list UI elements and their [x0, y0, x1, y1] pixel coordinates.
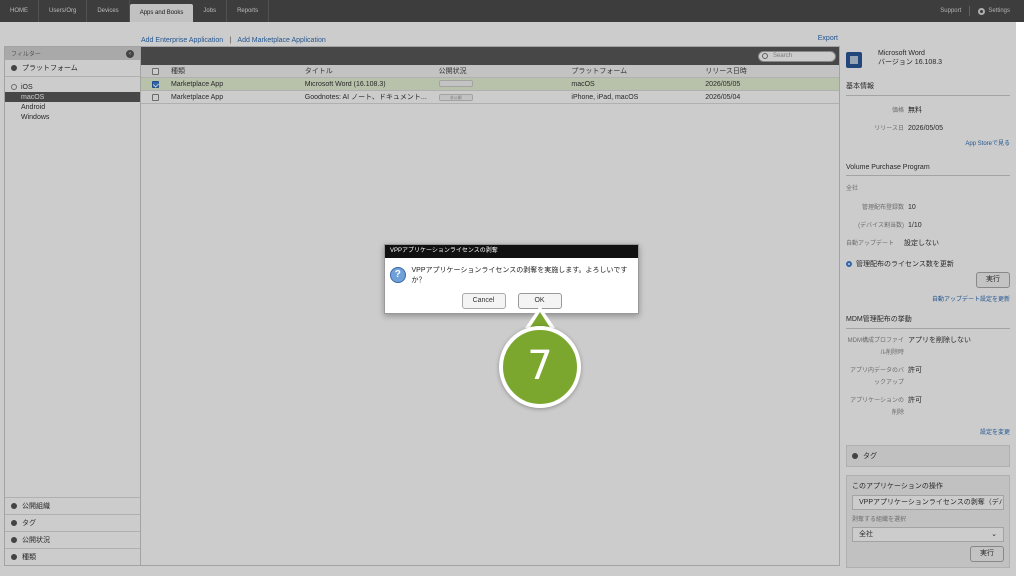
- step-callout: 7: [499, 326, 581, 408]
- window-edge: [1016, 22, 1024, 576]
- question-icon: ?: [390, 267, 406, 283]
- dialog-message: VPPアプリケーションライセンスの剥奪を実施します。よろしいですか？: [411, 267, 628, 284]
- confirm-dialog: VPPアプリケーションライセンスの剥奪 ? VPPアプリケーションライセンスの剥…: [384, 244, 639, 314]
- dialog-body: ? VPPアプリケーションライセンスの剥奪を実施します。よろしいですか？: [385, 258, 638, 285]
- dialog-buttons: Cancel OK: [385, 285, 638, 309]
- dialog-title: VPPアプリケーションライセンスの剥奪: [385, 245, 638, 258]
- app-root: HOME Users/Org Devices Apps and Books Jo…: [0, 0, 1024, 576]
- cancel-button[interactable]: Cancel: [461, 293, 506, 309]
